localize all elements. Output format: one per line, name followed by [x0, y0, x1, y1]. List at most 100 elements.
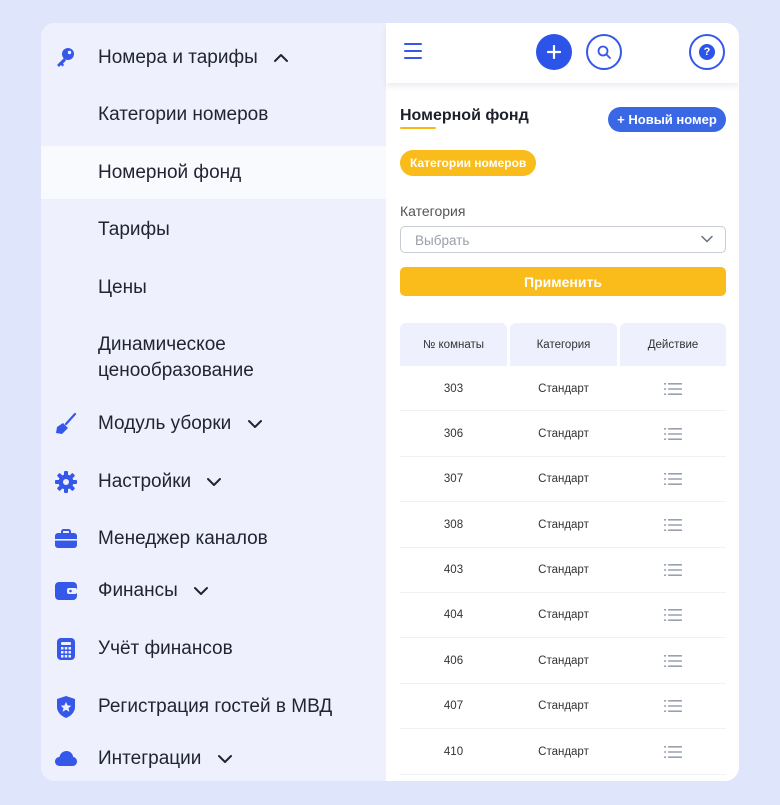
- list-icon[interactable]: [664, 472, 682, 486]
- category-label: Категория: [400, 203, 466, 219]
- cloud-icon: [53, 746, 79, 772]
- list-icon[interactable]: [664, 654, 682, 668]
- sidebar-item-prices[interactable]: Цены: [41, 271, 386, 305]
- category-select[interactable]: Выбрать: [400, 226, 726, 253]
- select-placeholder: Выбрать: [415, 233, 470, 248]
- main-panel: ? Номерной фонд + Новый номер Категории …: [386, 23, 739, 781]
- wallet-icon: [53, 578, 79, 604]
- chevron-up-icon: [274, 53, 289, 62]
- room-number-cell: 303: [443, 382, 464, 395]
- action-cell: [620, 411, 726, 456]
- app-window: Номера и тарифы Категории номеров Номерн…: [41, 23, 739, 781]
- category-cell: Стандарт: [538, 564, 589, 577]
- table-row: 404 Стандарт: [400, 593, 726, 639]
- sidebar-item-label: Динамическое ценообразование: [98, 334, 254, 381]
- table-row: 308 Стандарт: [400, 502, 726, 548]
- list-icon[interactable]: [664, 563, 682, 577]
- list-icon[interactable]: [664, 699, 682, 713]
- category-cell: Стандарт: [538, 518, 589, 531]
- room-categories-chip[interactable]: Категории номеров: [400, 150, 537, 176]
- search-button[interactable]: [586, 34, 622, 70]
- sidebar: Номера и тарифы Категории номеров Номерн…: [41, 23, 386, 781]
- sidebar-item-dynamic-pricing[interactable]: Динамическое ценообразование: [41, 332, 386, 386]
- rooms-table: № комнаты Категория Действие 303 Стандар…: [400, 323, 726, 775]
- chevron-down-icon: [701, 235, 713, 243]
- action-cell: [620, 729, 726, 774]
- sidebar-item-label: Финансы: [98, 580, 178, 601]
- room-number-cell: 308: [443, 518, 464, 531]
- sidebar-item-label: Номерной фонд: [98, 161, 242, 183]
- list-icon[interactable]: [664, 608, 682, 622]
- sidebar-item-settings[interactable]: Настройки: [41, 465, 386, 499]
- action-cell: [620, 502, 726, 547]
- table-row: 406 Стандарт: [400, 638, 726, 684]
- category-cell: Стандарт: [538, 745, 589, 758]
- chevron-down-icon: [217, 754, 232, 763]
- calculator-icon: [53, 636, 79, 662]
- sidebar-item-label: Тарифы: [98, 219, 170, 240]
- category-cell: Стандарт: [538, 700, 589, 713]
- sidebar-item-rates[interactable]: Тарифы: [41, 213, 386, 247]
- action-cell: [620, 684, 726, 729]
- sidebar-item-label: Модуль уборки: [98, 413, 232, 434]
- action-cell: [620, 457, 726, 502]
- question-icon: ?: [699, 44, 715, 60]
- top-bar: ?: [386, 23, 739, 83]
- sidebar-item-label: Интеграции: [98, 748, 202, 769]
- chevron-down-icon: [194, 586, 209, 595]
- list-icon[interactable]: [664, 382, 682, 396]
- new-room-button[interactable]: + Новый номер: [608, 107, 726, 132]
- sidebar-item-integrations[interactable]: Интеграции: [41, 742, 386, 776]
- apply-button[interactable]: Применить: [400, 267, 726, 296]
- sidebar-item-room-categories[interactable]: Категории номеров: [41, 98, 386, 132]
- table-row: 306 Стандарт: [400, 411, 726, 457]
- sidebar-item-rooms-and-rates[interactable]: Номера и тарифы: [41, 41, 386, 75]
- key-icon: [53, 45, 79, 71]
- category-cell: Стандарт: [538, 609, 589, 622]
- action-cell: [620, 638, 726, 683]
- sidebar-item-finance-accounting[interactable]: Учёт финансов: [41, 632, 386, 666]
- column-header-action: Действие: [620, 323, 726, 366]
- plus-icon: [547, 45, 561, 59]
- chevron-down-icon: [247, 419, 262, 428]
- sidebar-item-label: Цены: [98, 277, 147, 298]
- category-cell: Стандарт: [538, 654, 589, 667]
- room-number-cell: 404: [443, 609, 464, 622]
- list-icon[interactable]: [664, 518, 682, 532]
- sidebar-item-cleaning[interactable]: Модуль уборки: [41, 407, 386, 441]
- room-number-cell: 403: [443, 564, 464, 577]
- sidebar-item-channel-manager[interactable]: Менеджер каналов: [41, 522, 386, 556]
- sidebar-item-label: Менеджер каналов: [98, 528, 268, 549]
- gear-icon: [53, 469, 79, 495]
- action-cell: [620, 548, 726, 593]
- search-icon: [597, 45, 611, 59]
- table-body: 303 Стандарт 306 Стандарт 307 Стандарт 3…: [400, 366, 726, 775]
- page-title: Номерной фонд: [400, 107, 529, 124]
- badge-icon: [53, 694, 79, 720]
- column-header-room: № комнаты: [400, 323, 507, 366]
- table-row: 303 Стандарт: [400, 366, 726, 412]
- sidebar-item-label: Номера и тарифы: [98, 47, 258, 68]
- column-header-category: Категория: [510, 323, 617, 366]
- sidebar-item-finance[interactable]: Финансы: [41, 574, 386, 608]
- broom-icon: [53, 411, 79, 437]
- hamburger-icon[interactable]: [404, 43, 422, 59]
- room-number-cell: 407: [443, 700, 464, 713]
- room-number-cell: 410: [443, 745, 464, 758]
- list-icon[interactable]: [664, 427, 682, 441]
- sidebar-item-guest-registration[interactable]: Регистрация гостей в МВД: [41, 690, 386, 724]
- table-row: 407 Стандарт: [400, 684, 726, 730]
- action-cell: [620, 366, 726, 411]
- table-row: 307 Стандарт: [400, 457, 726, 503]
- sidebar-item-room-stock[interactable]: Номерной фонд: [41, 146, 386, 199]
- title-underline: [400, 127, 436, 129]
- sidebar-item-label: Регистрация гостей в МВД: [98, 696, 333, 717]
- category-cell: Стандарт: [538, 473, 589, 486]
- room-number-cell: 307: [443, 473, 464, 486]
- table-row: 410 Стандарт: [400, 729, 726, 775]
- help-button[interactable]: ?: [689, 34, 725, 70]
- sidebar-item-label: Учёт финансов: [98, 638, 233, 659]
- add-button[interactable]: [536, 34, 572, 70]
- list-icon[interactable]: [664, 745, 682, 759]
- briefcase-icon: [53, 526, 79, 552]
